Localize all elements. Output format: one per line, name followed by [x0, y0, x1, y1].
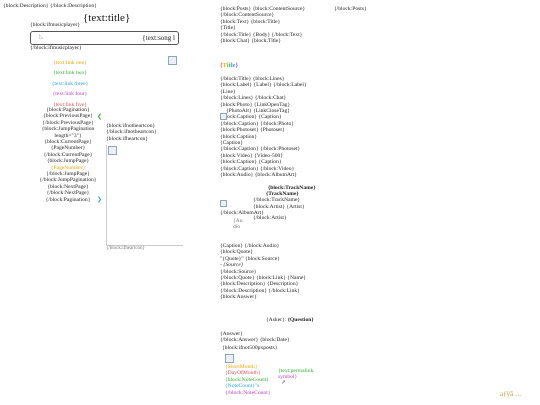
template-tag: {block:Audio} {block:AlbumArt} — [220, 172, 298, 179]
template-tag: {block:Answer} — [220, 294, 257, 301]
link-two[interactable]: {text:link two} — [50, 70, 90, 76]
pagination-tag: {/block:JumpPagination} — [39, 177, 97, 184]
links-list: {text:link one} {text:link two} {text:li… — [50, 60, 90, 108]
artist-close-tag: {/block:Artist} — [253, 215, 287, 221]
chat-photo-block: {/block:Title} {block:Lines} {block:Labe… — [220, 76, 307, 179]
next-arrow-icon[interactable]: ❯ — [97, 197, 102, 203]
volume-icon[interactable]: ◺ — [39, 34, 49, 41]
quote-link-block: {Caption} {/block:Audio} {block:Quote} "… — [220, 243, 306, 301]
heartcon-tag: {/block:ifnotheartcon} — [106, 129, 157, 136]
song-label: {text:song l — [142, 34, 175, 42]
pagination-tag: {block:JumpPagination — [41, 126, 95, 133]
arrow-icon[interactable]: ↗ — [281, 380, 286, 386]
musicplayer-open-tag: {block:ifmusicplayer} — [30, 22, 81, 28]
page-title: {text:title} — [83, 12, 131, 24]
broken-image-icon — [225, 354, 234, 363]
template-tag: {block:Label} {Label} {/block:Label} — [220, 82, 307, 89]
date-notes-block: {ShortMonth} {DayOfMonth} {block:NoteCou… — [225, 364, 270, 396]
answer-block: {Answer} {/block:Answer} {block:Date} {b… — [220, 331, 290, 351]
heartcon-close-tag: {/block:ifheartcon} — [106, 246, 145, 251]
broken-image-icon — [168, 56, 177, 65]
previous-arrow-icon[interactable]: ❮ — [97, 114, 102, 120]
audio-player-fragment: {Au dio — [233, 218, 243, 231]
music-player-bar[interactable]: ◺ {text:song l — [30, 31, 179, 45]
musicplayer-close-tag: {/block:ifmusicplayer} — [30, 45, 82, 51]
album-art-icon — [220, 200, 227, 207]
permalink-block[interactable]: {text:permalink symbol} — [278, 368, 313, 381]
posts-close-tag: {/block:Posts} — [334, 6, 367, 12]
heartcon-tags: {block:ifnotheartcon} {/block:ifnotheart… — [106, 123, 157, 142]
pagination-tag: {/block:Pagination} — [45, 196, 91, 203]
template-tag: {/block:Answer} {block:Date} — [220, 337, 290, 344]
template-tag: {/block:Caption} {/block:Photoset} — [220, 146, 301, 153]
template-tag: {block:ifnot500pxposts} — [222, 344, 278, 351]
heartcon-tag: {block:ifheartcon} — [106, 135, 149, 142]
post-title: {Title} — [220, 62, 239, 69]
trackname-close-tag: {/block:TrackName} — [253, 197, 301, 203]
asker-line: {Asker}: {Question} — [266, 317, 314, 323]
question-tag: {Question} — [287, 317, 314, 323]
photo-alt-icon — [220, 113, 227, 120]
notecount-close-tag: {/block:NoteCount} — [225, 389, 271, 396]
link-four[interactable]: {text:link four} — [50, 91, 90, 97]
corner-mark: aƒÿã … — [500, 390, 522, 398]
link-three[interactable]: {text:link three} — [50, 81, 90, 87]
link-one[interactable]: {text:link one} — [50, 60, 90, 66]
template-tag: {block:Description} {Description} — [220, 281, 299, 288]
pagination-block: {block:Pagination} {block:PreviousPage} … — [33, 107, 103, 203]
broken-image-icon — [108, 146, 117, 155]
posts-top-block: {block:Posts} {block:ContentSource} {/bl… — [220, 6, 305, 44]
heartcon-panel — [106, 145, 183, 246]
template-tag: {block:Chat} {block:Title} — [220, 38, 282, 45]
description-tags: {block:Description} {/block:Description} — [3, 3, 97, 9]
previous-page-link[interactable]: {block:PreviousPage} — [33, 113, 103, 119]
